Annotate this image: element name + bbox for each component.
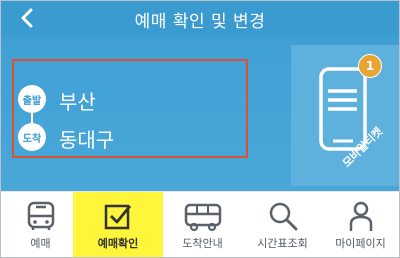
tab-my-page[interactable]: 마이페이지 [321, 192, 399, 257]
tab-label: 예매확인 [97, 237, 139, 250]
tab-label: 도착안내 [182, 237, 223, 250]
tab-booking-check[interactable]: 예매확인 [73, 192, 163, 257]
arrival-badge: 도착 [18, 123, 46, 151]
departure-badge: 출발 [18, 85, 46, 113]
tab-label: 시간표조회 [257, 237, 308, 250]
checkbox-icon [104, 204, 132, 230]
tab-timetable[interactable]: 시간표조회 [243, 192, 322, 257]
bus-icon [27, 201, 55, 230]
app-screen: 예매 확인 및 변경 출발 부산 도착 동대구 1 모바일티켓 예매 예매확인 … [0, 0, 400, 258]
arrival-terminal: 동대구 [59, 128, 115, 152]
page-title: 예매 확인 및 변경 [134, 12, 266, 32]
bottom-tab-bar: 예매 예매확인 도착안내 시간표조회 마이페이지 [1, 191, 399, 257]
tab-label: 마이페이지 [335, 237, 386, 250]
top-bar: 예매 확인 및 변경 [1, 1, 399, 35]
mobile-ticket-button[interactable]: 1 모바일티켓 [291, 45, 399, 186]
tab-booking[interactable]: 예매 [1, 192, 80, 257]
person-icon [349, 201, 373, 231]
route-highlight-box[interactable] [12, 59, 248, 158]
bus-arrival-icon [184, 203, 222, 232]
departure-terminal: 부산 [59, 90, 96, 114]
tab-label: 예매 [30, 237, 51, 250]
notification-count-badge: 1 [358, 54, 382, 78]
search-icon [269, 202, 298, 231]
tab-arrival-info[interactable]: 도착안내 [163, 192, 242, 257]
